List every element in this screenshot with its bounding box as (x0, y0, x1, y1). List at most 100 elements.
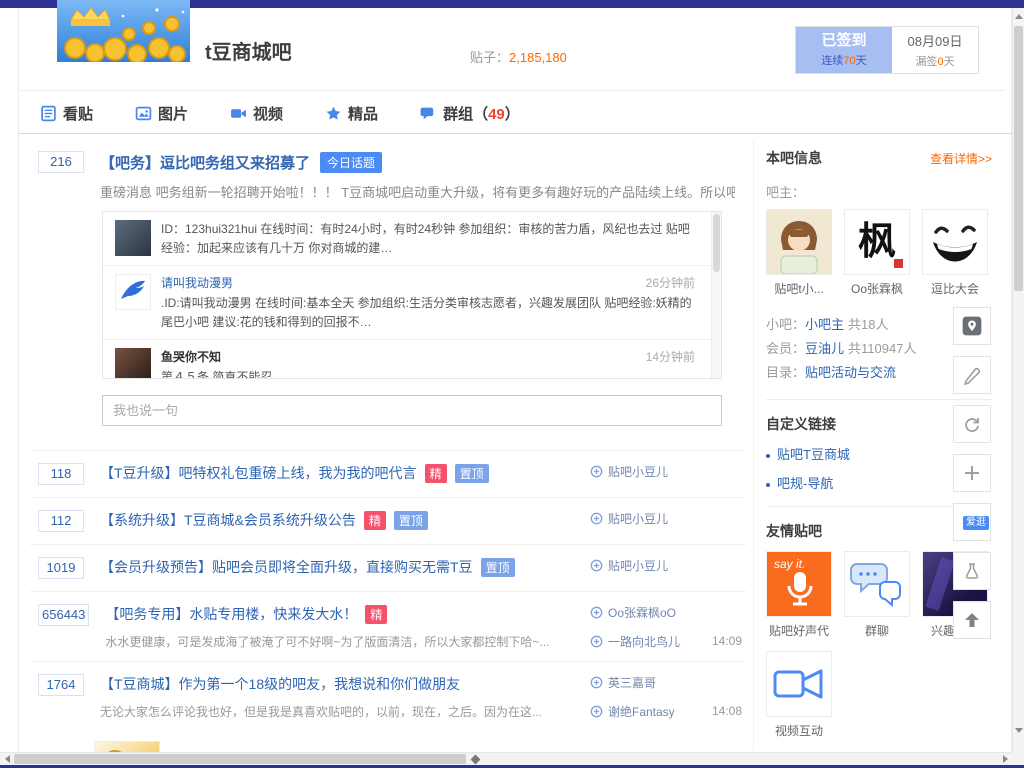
bazhu-name[interactable]: 逗比大会 (922, 280, 988, 297)
custom-link[interactable]: 吧规-导航 (777, 476, 833, 491)
commenter-avatar[interactable] (115, 220, 151, 256)
chat-bubbles-icon (845, 552, 909, 616)
stat-link[interactable]: 豆油儿 (805, 341, 844, 356)
last-replier-name[interactable]: 一路向北鸟儿 (608, 633, 680, 650)
friend-forum-name[interactable]: 群聊 (844, 622, 910, 639)
commenter-name[interactable]: 请叫我动漫男 (161, 274, 233, 291)
add-button[interactable] (953, 454, 991, 492)
reply-count: 118 (38, 463, 84, 485)
tab-threads[interactable]: 看贴 (40, 103, 93, 124)
thread-list: 118 【T豆升级】吧特权礼包重磅上线，我为我的吧代言 精 置顶 贴吧小豆儿 1… (30, 450, 746, 752)
back-to-top-button[interactable] (953, 601, 991, 639)
bazhu-item[interactable]: 贴吧t小... (766, 209, 832, 297)
author-icon (590, 465, 603, 478)
scroll-left-arrow[interactable] (0, 753, 14, 765)
member-tag[interactable]: 爱逛 (963, 516, 989, 530)
friend-forum-item[interactable]: 视频互动 (766, 651, 832, 739)
friend-forum-icon[interactable] (844, 551, 910, 617)
thread-row: 1764 【T豆商城】作为第一个18级的吧友，我想说和你们做朋友 无论大家怎么评… (30, 661, 746, 731)
tab-groups[interactable]: 群组（49） (420, 103, 520, 124)
bazhu-avatar[interactable] (922, 209, 988, 275)
replier-icon (590, 705, 603, 718)
stat-rest: 共18人 (848, 317, 888, 332)
signin-status-box[interactable]: 已签到 连续70天 (796, 27, 892, 73)
horizontal-scroll-thumb[interactable] (14, 754, 466, 764)
thread-title-link[interactable]: 【会员升级预告】贴吧会员即将全面升级，直接购买无需T豆 (100, 557, 473, 577)
author-name[interactable]: 贴吧小豆儿 (608, 463, 668, 480)
tab-videos-label: 视频 (253, 103, 283, 124)
comment-scroll-thumb[interactable] (713, 214, 720, 272)
friend-forum-item[interactable]: say it. 贴吧好声代 (766, 551, 832, 639)
blue-wing-logo (116, 275, 150, 309)
streak-suffix: 天 (856, 55, 867, 67)
video-camera-icon (767, 652, 831, 716)
friend-forum-icon[interactable] (766, 651, 832, 717)
thread-title-link[interactable]: 【吧务】逗比吧务组又来招募了 (100, 152, 310, 173)
member-button[interactable]: 爱逛 (953, 503, 991, 541)
thread-title-link[interactable]: 【T豆升级】吧特权礼包重磅上线，我为我的吧代言 (100, 463, 417, 483)
scroll-right-arrow[interactable] (998, 753, 1012, 765)
bazhu-name[interactable]: Oo张霖枫 (844, 280, 910, 297)
custom-link[interactable]: 贴吧T豆商城 (777, 447, 850, 462)
last-replier-name[interactable]: 谢绝Fantasy (608, 703, 675, 720)
thread-list-panel: 216 【吧务】逗比吧务组又来招募了 今日话题 重磅消息 吧务组新一轮招聘开始啦… (30, 140, 746, 752)
posts-number: 2,185,180 (509, 50, 567, 65)
friend-forum-name[interactable]: 视频互动 (766, 722, 832, 739)
location-pin-button[interactable] (953, 307, 991, 345)
reply-input[interactable] (102, 395, 722, 426)
thread-media-thumbnail[interactable] (94, 741, 160, 752)
streak-days: 70 (843, 55, 855, 67)
red-seal (894, 259, 903, 268)
tab-featured[interactable]: 精品 (325, 103, 378, 124)
friend-forum-name[interactable]: 贴吧好声代 (766, 622, 832, 639)
scrollbar-corner (1012, 752, 1024, 765)
thread-title-link[interactable]: 【吧务专用】水贴专用楼，快来发大水！ (105, 604, 357, 624)
scroll-up-arrow[interactable] (1013, 9, 1024, 23)
bazhu-item[interactable]: 枫 Oo张霖枫 (844, 209, 910, 297)
signin-module: 已签到 连续70天 08月09日 漏签0天 (795, 26, 979, 74)
author-name[interactable]: 英三嘉哥 (608, 674, 656, 691)
author-name[interactable]: Oo张霖枫oO (608, 604, 676, 621)
vertical-scroll-thumb[interactable] (1014, 26, 1023, 291)
view-details-link[interactable]: 查看详情>> (930, 150, 992, 167)
stat-link[interactable]: 贴吧活动与交流 (805, 365, 896, 380)
signin-missed: 漏签0天 (915, 53, 954, 69)
bazhu-avatar[interactable]: 枫 (844, 209, 910, 275)
posts-label: 贴子： (470, 50, 509, 65)
commenter-avatar[interactable] (115, 274, 151, 310)
horizontal-scrollbar[interactable] (0, 752, 1012, 765)
star-icon (325, 105, 342, 122)
tab-videos[interactable]: 视频 (230, 103, 283, 124)
stat-link[interactable]: 小吧主 (805, 317, 844, 332)
comment-item: ID：123hui321hui 在线时间：有时24小时，有时24秒钟 参加组织：… (103, 212, 721, 266)
author-name[interactable]: 贴吧小豆儿 (608, 510, 668, 527)
bullet-dot (766, 483, 770, 487)
posts-counter: 贴子：2,185,180 (470, 47, 567, 66)
signin-streak: 连续70天 (821, 52, 866, 68)
commenter-name[interactable]: 鱼哭你不知 (161, 348, 221, 365)
thread-title-link[interactable]: 【T豆商城】作为第一个18级的吧友，我想说和你们做朋友 (100, 674, 460, 694)
lab-button[interactable] (953, 552, 991, 590)
reply-count: 112 (38, 510, 84, 532)
friend-forum-item[interactable]: 群聊 (844, 551, 910, 639)
groups-prefix: 群组（ (443, 106, 488, 123)
back-to-top-icon (962, 610, 982, 630)
commenter-avatar[interactable] (115, 348, 151, 379)
comment-scrollbar[interactable] (711, 212, 721, 378)
missed-prefix: 漏签 (915, 56, 937, 68)
tab-threads-label: 看贴 (63, 103, 93, 124)
bazhu-avatar[interactable] (766, 209, 832, 275)
bazhu-name[interactable]: 贴吧t小... (766, 280, 832, 297)
tab-images[interactable]: 图片 (135, 103, 188, 124)
refresh-button[interactable] (953, 405, 991, 443)
bazhu-item[interactable]: 逗比大会 (922, 209, 988, 297)
scroll-down-arrow[interactable] (1013, 723, 1024, 737)
compose-button[interactable] (953, 356, 991, 394)
author-name[interactable]: 贴吧小豆儿 (608, 557, 668, 574)
vertical-scrollbar[interactable] (1012, 8, 1024, 752)
friend-forum-icon[interactable]: say it. (766, 551, 832, 617)
forum-nav: 看贴 图片 视频 精品 群组（49） (40, 98, 520, 128)
signed-button[interactable]: 已签到 (821, 32, 866, 50)
bazhu-label: 吧主： (766, 182, 992, 201)
thread-title-link[interactable]: 【系统升级】T豆商城&会员系统升级公告 (100, 510, 356, 530)
